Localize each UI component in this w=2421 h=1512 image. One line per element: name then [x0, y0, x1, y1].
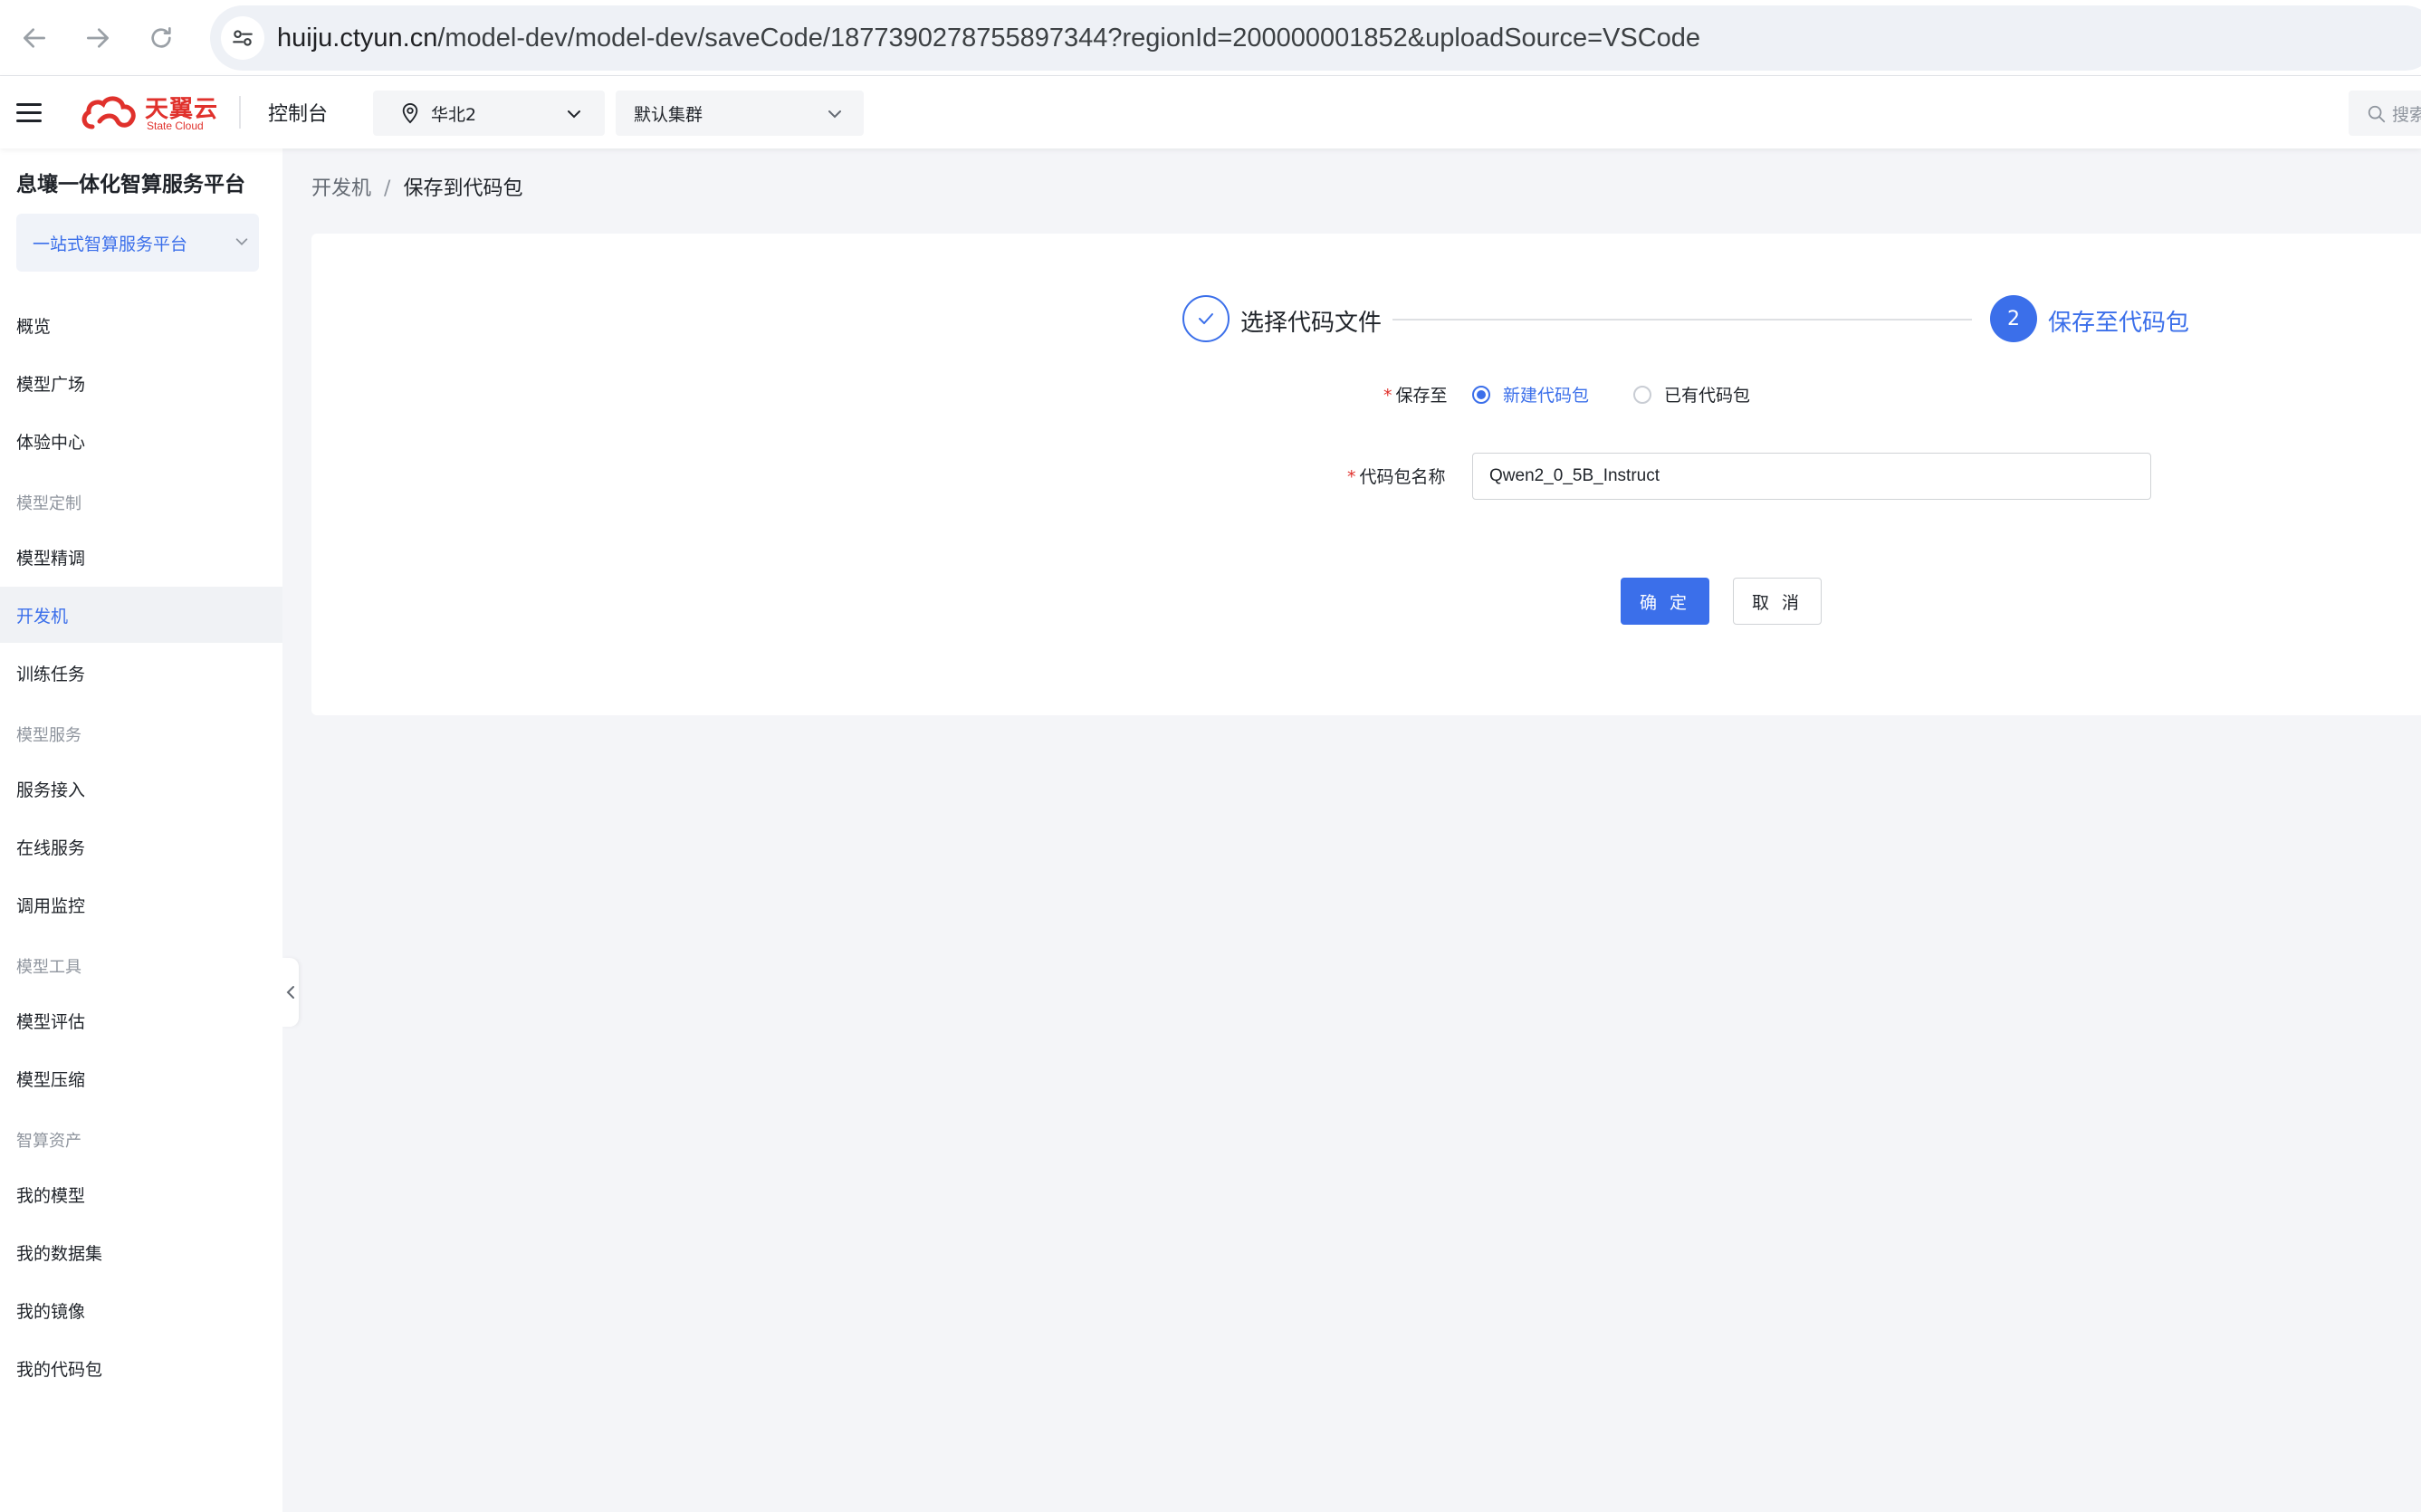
chevron-down-icon — [828, 110, 841, 119]
sidebar-item-label: 体验中心 — [16, 433, 86, 453]
radio-new-codepack[interactable] — [1472, 386, 1490, 404]
console-link[interactable]: 控制台 — [268, 98, 328, 127]
sidebar-item-model-plaza[interactable]: 模型广场 — [0, 355, 282, 411]
browser-toolbar: huiju.ctyun.cn/model-dev/model-dev/saveC… — [0, 0, 2421, 76]
url-text: huiju.ctyun.cn/model-dev/model-dev/saveC… — [277, 20, 1700, 56]
sidebar-item-label: 模型评估 — [16, 1012, 86, 1032]
sidebar-item-label: 在线服务 — [16, 838, 86, 858]
breadcrumb: 开发机 / 保存到代码包 — [311, 172, 522, 201]
chevron-down-icon — [235, 238, 248, 245]
platform-title: 息壤一体化智算服务平台 — [16, 173, 245, 196]
save-to-label-text: 保存至 — [1395, 386, 1448, 406]
sidebar-group-service: 模型服务 — [16, 726, 81, 745]
check-icon — [1199, 313, 1213, 324]
region-value: 华北2 — [431, 105, 477, 125]
top-header: 天翼云 State Cloud 控制台 华北2 默认集群 搜索 — [0, 76, 2421, 148]
search-input[interactable]: 搜索 — [2349, 91, 2421, 136]
sidebar-item-label: 我的数据集 — [16, 1244, 103, 1264]
sidebar-group-tools: 模型工具 — [16, 958, 81, 977]
sidebar-item-experience[interactable]: 体验中心 — [0, 413, 282, 469]
sidebar-item-monitor[interactable]: 调用监控 — [0, 876, 282, 933]
sidebar-item-devbox[interactable]: 开发机 — [0, 587, 282, 643]
sidebar-item-label: 我的模型 — [16, 1186, 86, 1206]
breadcrumb-current: 保存到代码包 — [403, 177, 523, 200]
sidebar-item-finetune[interactable]: 模型精调 — [0, 529, 282, 585]
sidebar-item-my-models[interactable]: 我的模型 — [0, 1166, 282, 1222]
menu-icon[interactable] — [16, 98, 43, 127]
sidebar-item-label: 我的代码包 — [16, 1360, 103, 1380]
platform-select[interactable]: 一站式智算服务平台 — [16, 214, 259, 272]
required-mark: * — [1383, 386, 1392, 406]
confirm-button[interactable]: 确 定 — [1621, 578, 1709, 625]
sidebar-item-label: 模型广场 — [16, 375, 86, 395]
region-select[interactable]: 华北2 — [373, 91, 605, 136]
sidebar-item-label: 我的镜像 — [16, 1302, 86, 1322]
sidebar-item-online-service[interactable]: 在线服务 — [0, 818, 282, 875]
breadcrumb-devbox[interactable]: 开发机 — [311, 177, 371, 200]
save-to-label: * 保存至 — [1383, 382, 1448, 407]
platform-select-value: 一站式智算服务平台 — [33, 234, 188, 254]
address-bar[interactable]: huiju.ctyun.cn/model-dev/model-dev/saveC… — [210, 5, 2421, 71]
step-1-indicator — [1182, 295, 1230, 342]
sidebar-item-training[interactable]: 训练任务 — [0, 645, 282, 701]
chevron-left-icon — [286, 986, 294, 999]
sidebar-group-assets: 智算资产 — [16, 1132, 81, 1151]
arrow-right-icon — [87, 28, 109, 48]
sidebar-item-my-codepacks[interactable]: 我的代码包 — [0, 1340, 282, 1396]
sidebar-item-label: 模型精调 — [16, 549, 86, 569]
reload-icon — [151, 27, 171, 48]
sidebar-item-overview[interactable]: 概览 — [0, 297, 282, 353]
reload-button[interactable] — [139, 16, 183, 60]
radio-existing-codepack-label[interactable]: 已有代码包 — [1664, 382, 1750, 407]
codepack-name-label-text: 代码包名称 — [1359, 467, 1446, 487]
required-mark: * — [1347, 467, 1356, 487]
tune-icon — [233, 30, 253, 46]
cluster-value: 默认集群 — [634, 105, 703, 125]
search-placeholder: 搜索 — [2392, 105, 2421, 125]
step-1-label: 选择代码文件 — [1240, 310, 1383, 337]
site-info-button[interactable] — [221, 16, 264, 60]
cloud-logo-icon — [81, 96, 136, 129]
sidebar-collapse-button[interactable] — [282, 958, 299, 1027]
sidebar-item-label: 服务接入 — [16, 780, 86, 800]
sidebar-item-service-access[interactable]: 服务接入 — [0, 761, 282, 817]
radio-existing-codepack[interactable] — [1633, 386, 1651, 404]
step-connector — [1392, 319, 1972, 321]
save-code-card: 选择代码文件 2 保存至代码包 * 保存至 新建代码包 已有代码包 * 代码包名称 … — [311, 234, 2421, 715]
codepack-name-label: * 代码包名称 — [1347, 464, 1446, 488]
step-2-indicator: 2 — [1990, 295, 2037, 342]
arrow-left-icon — [24, 28, 45, 48]
step-2-label: 保存至代码包 — [2048, 310, 2190, 337]
cluster-select[interactable]: 默认集群 — [616, 91, 864, 136]
url-path: /model-dev/model-dev/saveCode/1877390278… — [437, 24, 1701, 53]
sidebar-item-label: 概览 — [16, 317, 52, 337]
sidebar-item-my-datasets[interactable]: 我的数据集 — [0, 1224, 282, 1280]
sidebar-item-label: 开发机 — [16, 607, 69, 627]
sidebar-item-compress[interactable]: 模型压缩 — [0, 1050, 282, 1106]
cancel-button[interactable]: 取 消 — [1733, 578, 1822, 625]
ctyun-logo[interactable]: 天翼云 State Cloud — [80, 92, 217, 134]
forward-button[interactable] — [76, 16, 120, 60]
logo-subtext: State Cloud — [147, 120, 204, 132]
sidebar-item-label: 训练任务 — [16, 665, 86, 684]
header-divider — [239, 96, 241, 129]
back-button[interactable] — [13, 16, 56, 60]
radio-new-codepack-label[interactable]: 新建代码包 — [1503, 382, 1589, 407]
sidebar-item-label: 调用监控 — [16, 896, 86, 916]
sidebar-item-my-images[interactable]: 我的镜像 — [0, 1282, 282, 1338]
chevron-down-icon — [568, 110, 580, 119]
codepack-name-input[interactable] — [1472, 453, 2151, 500]
sidebar-item-evaluate[interactable]: 模型评估 — [0, 992, 282, 1048]
search-icon — [2368, 105, 2386, 123]
location-pin-icon — [402, 103, 418, 124]
sidebar-group-custom: 模型定制 — [16, 494, 81, 513]
sidebar-item-label: 模型压缩 — [16, 1070, 86, 1090]
breadcrumb-separator: / — [384, 177, 391, 200]
sidebar: 息壤一体化智算服务平台 一站式智算服务平台 概览 模型广场 体验中心 模型定制 … — [0, 148, 282, 1512]
url-host: huiju.ctyun.cn — [277, 24, 438, 53]
